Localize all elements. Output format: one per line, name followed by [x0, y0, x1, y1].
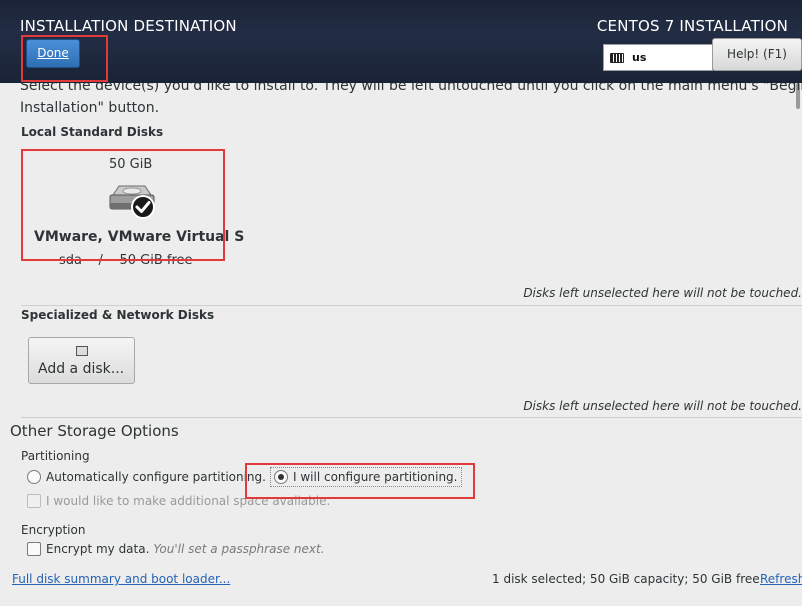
help-button[interactable]: Help! (F1) [712, 38, 802, 71]
keyboard-icon [610, 52, 624, 63]
local-disks-note: Disks left unselected here will not be t… [523, 286, 802, 300]
encryption-label: Encryption [21, 523, 86, 537]
additional-space-checkbox [27, 494, 41, 508]
page-title: INSTALLATION DESTINATION [20, 17, 237, 35]
disk-summary-link[interactable]: Full disk summary and boot loader... [12, 572, 230, 586]
disk-separator: / [98, 253, 103, 268]
manual-partition-radio[interactable] [274, 470, 288, 484]
additional-space-option: I would like to make additional space av… [27, 494, 330, 508]
partitioning-label: Partitioning [21, 449, 90, 463]
keyboard-layout-indicator[interactable]: us [603, 44, 713, 71]
done-button[interactable]: Done [26, 39, 80, 68]
specialized-disks-note: Disks left unselected here will not be t… [523, 399, 802, 413]
main-content: Select the device(s) you'd like to insta… [0, 83, 802, 606]
local-disks-label: Local Standard Disks [21, 125, 164, 139]
hard-disk-selected-icon [109, 185, 155, 219]
header-bar: INSTALLATION DESTINATION CENTOS 7 INSTAL… [0, 0, 802, 83]
other-storage-title: Other Storage Options [10, 422, 179, 440]
auto-partition-radio[interactable] [27, 470, 41, 484]
intro-line-2: Installation" button. [20, 100, 160, 116]
specialized-disks-label: Specialized & Network Disks [21, 308, 215, 322]
encrypt-checkbox[interactable] [27, 542, 41, 556]
disk-info: sda / 50 GiB free [59, 253, 193, 268]
encrypt-hint: You'll set a passphrase next. [153, 542, 325, 556]
add-disk-button[interactable]: Add a disk... [28, 337, 135, 384]
encrypt-label: Encrypt my data. [46, 542, 150, 556]
disk-free: 50 GiB free [119, 253, 193, 268]
disk-status: 1 disk selected; 50 GiB capacity; 50 GiB… [492, 572, 760, 586]
disk-device: sda [59, 253, 82, 268]
encrypt-option[interactable]: Encrypt my data. You'll set a passphrase… [27, 542, 325, 556]
manual-partition-option[interactable]: I will configure partitioning. [270, 467, 463, 487]
disk-name: VMware, VMware Virtual S [34, 229, 245, 245]
disk-tile-sda[interactable]: 50 GiB VMware, VMware Virtual S sda / 50… [21, 149, 244, 268]
refresh-link[interactable]: Refresh... [760, 572, 802, 586]
manual-partition-label: I will configure partitioning. [293, 470, 458, 484]
keyboard-layout-text: us [632, 51, 647, 64]
intro-line-1: Select the device(s) you'd like to insta… [20, 83, 802, 94]
intro-text: Select the device(s) you'd like to insta… [20, 83, 802, 119]
divider [21, 417, 802, 418]
add-disk-icon [76, 346, 88, 356]
product-title: CENTOS 7 INSTALLATION [596, 17, 788, 35]
auto-partition-label: Automatically configure partitioning. [46, 470, 266, 484]
add-disk-label: Add a disk... [38, 361, 125, 377]
additional-space-label: I would like to make additional space av… [46, 494, 331, 508]
auto-partition-option[interactable]: Automatically configure partitioning. [27, 470, 266, 484]
divider [21, 305, 802, 306]
disk-size: 50 GiB [109, 157, 153, 172]
